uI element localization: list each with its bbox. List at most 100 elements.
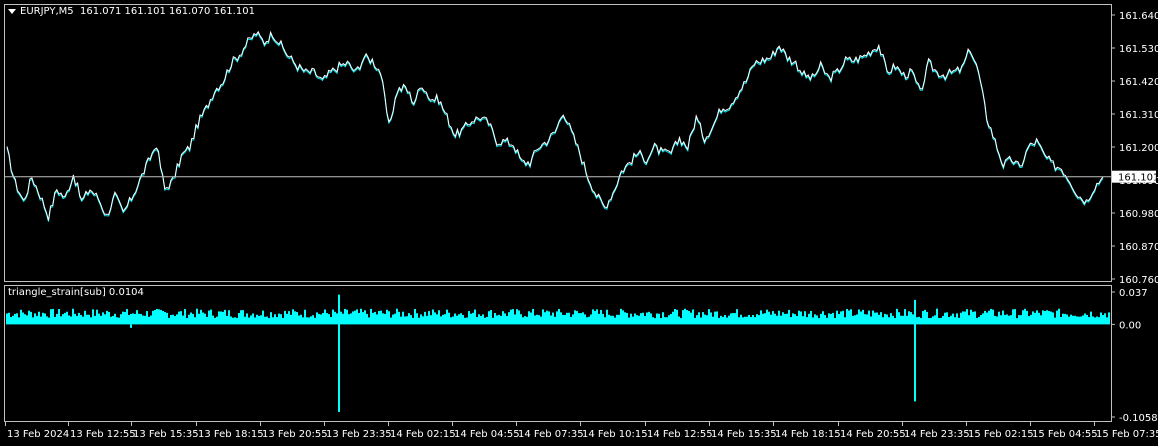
histogram-bar bbox=[158, 309, 160, 324]
histogram-bar bbox=[888, 317, 890, 324]
histogram-bar bbox=[228, 310, 230, 324]
time-tick-label: 14 Feb 20:55 bbox=[840, 429, 906, 440]
histogram-bar bbox=[868, 311, 870, 325]
histogram-bar bbox=[190, 313, 192, 325]
indicator-pane-frame bbox=[5, 286, 1112, 422]
histogram-bar bbox=[182, 316, 184, 325]
histogram-bar bbox=[806, 317, 808, 324]
histogram-bar bbox=[568, 313, 570, 325]
histogram-bar bbox=[114, 314, 116, 325]
histogram-bar bbox=[434, 312, 436, 324]
histogram-bar bbox=[758, 315, 760, 324]
price-axis: 161.640161.530161.420161.310161.200161.0… bbox=[1111, 11, 1158, 286]
histogram-bar bbox=[496, 315, 498, 324]
histogram-bar bbox=[784, 314, 786, 324]
histogram-bar bbox=[462, 315, 464, 324]
price-tick-label: 161.530 bbox=[1119, 44, 1158, 55]
dropdown-triangle-icon[interactable] bbox=[8, 9, 16, 14]
histogram-bar bbox=[620, 309, 622, 325]
histogram-bar bbox=[930, 318, 932, 324]
histogram-bar bbox=[102, 312, 104, 324]
histogram-bar bbox=[710, 312, 712, 324]
histogram-bar bbox=[1020, 315, 1022, 324]
histogram-bar bbox=[46, 316, 48, 324]
histogram-bar bbox=[860, 312, 862, 325]
histogram-bar bbox=[268, 318, 270, 324]
histogram-bar bbox=[1080, 317, 1082, 325]
price-tick-label: 161.640 bbox=[1119, 11, 1158, 22]
histogram-bar bbox=[386, 310, 388, 325]
histogram-bar bbox=[540, 317, 542, 325]
histogram-bar bbox=[470, 314, 472, 325]
histogram-bar bbox=[702, 312, 704, 324]
histogram-bar bbox=[582, 312, 584, 324]
histogram-bar bbox=[1004, 315, 1006, 325]
histogram-bar bbox=[652, 317, 654, 324]
histogram-bar bbox=[22, 313, 24, 325]
histogram-bar bbox=[362, 312, 364, 324]
histogram-bar bbox=[108, 312, 110, 324]
histogram-bar bbox=[638, 316, 640, 325]
histogram-bar bbox=[372, 313, 374, 325]
histogram-bar bbox=[842, 311, 844, 325]
histogram-bar bbox=[644, 316, 646, 324]
histogram-bar bbox=[426, 316, 428, 325]
histogram-bar bbox=[104, 314, 106, 324]
histogram-bar bbox=[350, 313, 352, 324]
histogram-bar bbox=[324, 310, 326, 325]
histogram-bar bbox=[50, 309, 52, 324]
histogram-bar bbox=[606, 310, 608, 325]
histogram-bar bbox=[654, 318, 656, 324]
histogram-bar bbox=[900, 316, 902, 325]
histogram-bar bbox=[594, 311, 596, 324]
histogram-bar bbox=[546, 311, 548, 325]
histogram-bar bbox=[468, 311, 470, 324]
histogram-bar bbox=[356, 309, 358, 324]
histogram-bar bbox=[790, 317, 792, 324]
histogram-bar bbox=[172, 315, 174, 325]
chart-window[interactable]: 161.640161.530161.420161.310161.200161.0… bbox=[0, 0, 1158, 442]
histogram-bar bbox=[586, 317, 588, 324]
ohlc-values: 161.071 161.101 161.070 161.101 bbox=[80, 6, 255, 17]
price-chart[interactable]: 161.640161.530161.420161.310161.200161.0… bbox=[0, 0, 1158, 442]
histogram-bar bbox=[956, 313, 958, 324]
histogram-bar bbox=[580, 313, 582, 324]
histogram-bar bbox=[662, 312, 664, 324]
histogram-bar bbox=[420, 314, 422, 324]
histogram-bar bbox=[698, 312, 700, 324]
histogram-bar bbox=[780, 316, 782, 325]
histogram-bar bbox=[732, 313, 734, 324]
histogram-bar bbox=[550, 315, 552, 324]
histogram-bar bbox=[802, 316, 804, 324]
histogram-bar bbox=[8, 313, 10, 325]
histogram-bar bbox=[410, 315, 412, 324]
histogram-bar bbox=[730, 313, 732, 324]
histogram-bar bbox=[876, 313, 878, 325]
histogram-bar bbox=[358, 313, 360, 324]
histogram-bar bbox=[1104, 313, 1106, 324]
histogram-bar bbox=[42, 313, 44, 325]
histogram-bar bbox=[100, 316, 102, 325]
histogram-bar bbox=[218, 311, 220, 324]
histogram-bar bbox=[436, 314, 438, 324]
histogram-spike-up bbox=[338, 295, 340, 325]
histogram-bar bbox=[198, 314, 200, 325]
histogram-bar bbox=[60, 316, 62, 324]
symbol-header[interactable]: EURJPY,M5 161.071 161.101 161.070 161.10… bbox=[8, 6, 255, 17]
histogram-bar bbox=[298, 316, 300, 325]
price-line-shadow bbox=[7, 33, 1103, 221]
price-tick-label: 160.760 bbox=[1119, 275, 1158, 286]
histogram-bar bbox=[28, 311, 30, 325]
histogram-bar bbox=[62, 314, 64, 324]
time-tick-label: 14 Feb 04:55 bbox=[454, 429, 520, 440]
histogram-bar bbox=[326, 313, 328, 324]
histogram-bar bbox=[1068, 317, 1070, 325]
histogram-bar bbox=[810, 311, 812, 324]
histogram-bar bbox=[58, 309, 60, 324]
histogram-bar bbox=[774, 314, 776, 325]
histogram-bar bbox=[1066, 315, 1068, 325]
histogram-bar bbox=[48, 318, 50, 325]
histogram-bar bbox=[422, 316, 424, 324]
histogram-bar bbox=[408, 313, 410, 324]
histogram-bar bbox=[138, 314, 140, 325]
